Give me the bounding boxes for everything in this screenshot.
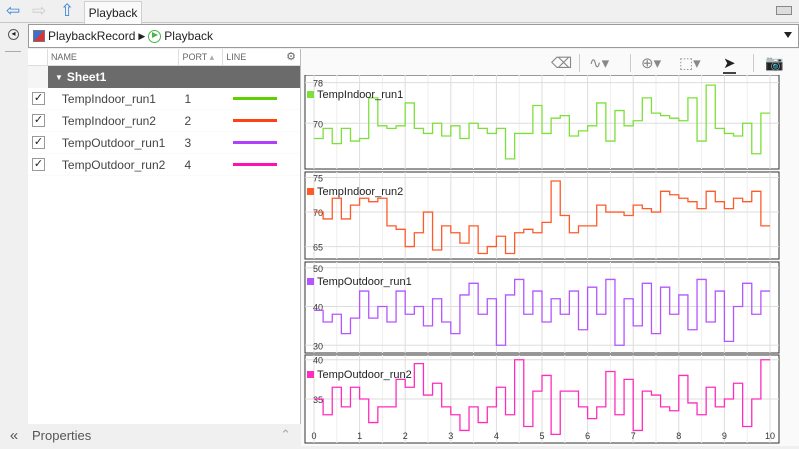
y-tick-label: 50 [313, 264, 323, 274]
x-tick-label: 9 [722, 431, 727, 441]
plot-toolbar: ⌫ ∿▾ ⊕▾ ⬚▾ ➤ 📷 [301, 49, 799, 75]
y-tick-label: 75 [313, 174, 323, 184]
y-tick-label: 78 [313, 79, 323, 89]
properties-bar[interactable]: « Properties ⌃ [0, 424, 301, 446]
line-style-swatch[interactable] [233, 163, 278, 166]
y-tick-label: 70 [313, 208, 323, 218]
collapse-icon[interactable]: ◂ [8, 29, 19, 40]
column-port-label: PORT [182, 52, 208, 62]
y-tick-label: 65 [313, 243, 323, 253]
zoom-icon[interactable]: ⊕▾ [641, 54, 661, 72]
x-tick-label: 2 [403, 431, 408, 441]
tab-playback[interactable]: Playback [84, 1, 142, 24]
signal-port: 2 [184, 113, 192, 128]
gear-icon[interactable]: ⚙ [286, 49, 296, 66]
column-line[interactable]: LINE ⚙ [223, 49, 300, 65]
legend-label: TempIndoor_run1 [317, 89, 403, 101]
group-row-sheet1[interactable]: ▼ Sheet1 [28, 66, 300, 88]
visibility-checkbox[interactable]: ✓ [32, 92, 45, 105]
legend-label: TempOutdoor_run2 [317, 369, 412, 381]
legend-swatch [307, 278, 314, 285]
x-tick-label: 6 [585, 431, 590, 441]
legend-label: TempOutdoor_run1 [317, 276, 412, 288]
expand-left-icon[interactable]: « [0, 427, 28, 444]
sort-asc-icon: ▴ [209, 52, 215, 62]
x-tick-label: 4 [494, 431, 499, 441]
keyboard-icon[interactable] [776, 6, 792, 15]
subplot-2[interactable]: 65 70 75 TempIndoor_run2 [304, 171, 780, 260]
subplot-3[interactable]: 304050TempOutdoor_run1 [304, 261, 780, 354]
signal-name: TempIndoor_run2 [61, 113, 156, 128]
address-bar[interactable]: PlaybackRecord ▶ Playback [28, 24, 799, 48]
cursor-icon[interactable]: ➤ [723, 54, 736, 74]
x-tick-label: 8 [676, 431, 681, 441]
divider [5, 51, 21, 52]
breadcrumb-item[interactable]: Playback [164, 29, 213, 43]
visibility-checkbox[interactable]: ✓ [32, 158, 45, 171]
signal-port: 4 [184, 157, 192, 172]
up-arrow-icon[interactable]: ⇧ [60, 2, 74, 20]
signal-name: TempOutdoor_run1 [61, 135, 166, 150]
record-block-icon [33, 30, 45, 42]
visibility-checkbox[interactable]: ✓ [32, 114, 45, 127]
playback-block-icon [148, 29, 162, 43]
chevron-up-icon[interactable]: ⌃ [280, 427, 291, 443]
signal-icon[interactable]: ∿▾ [589, 54, 609, 72]
subplot-1[interactable]: 70 78TempIndoor_run1 [304, 74, 780, 170]
expand-triangle-icon[interactable]: ▼ [55, 73, 63, 82]
x-tick-label: 1 [357, 431, 362, 441]
table-row[interactable]: ✓ TempOutdoor_run2 4 [28, 154, 300, 176]
x-tick-label: 0 [311, 431, 316, 441]
signal-port: 1 [184, 91, 192, 106]
line-style-swatch[interactable] [233, 119, 278, 122]
table-row[interactable]: ✓ TempIndoor_run2 2 [28, 110, 300, 132]
signal-name: TempIndoor_run1 [61, 91, 156, 106]
x-tick-label: 10 [765, 431, 775, 441]
properties-label: Properties [32, 427, 92, 443]
column-port[interactable]: PORT ▴ [179, 49, 224, 65]
table-row[interactable]: ✓ TempIndoor_run1 1 [28, 88, 300, 110]
top-bar: ⇦ ⇨ ⇧ Playback [0, 0, 799, 24]
fit-to-view-icon[interactable]: ⬚▾ [679, 54, 701, 72]
line-style-swatch[interactable] [233, 97, 278, 100]
line-style-swatch[interactable] [233, 141, 278, 144]
column-line-label: LINE [226, 52, 247, 62]
subplot-4[interactable]: 35 40 TempOutdoor_run2 0 1 2 3 4 5 6 7 8 9 10 [304, 354, 780, 444]
signal-table: NAME PORT ▴ LINE ⚙ ▼ Sheet1 ✓ TempIndoor_… [28, 49, 301, 424]
signal-name: TempOutdoor_run2 [61, 157, 166, 172]
legend-swatch [307, 91, 314, 98]
forward-arrow-icon[interactable]: ⇨ [32, 2, 46, 20]
table-header: NAME PORT ▴ LINE ⚙ [28, 49, 300, 66]
back-arrow-icon[interactable]: ⇦ [6, 2, 20, 20]
x-tick-label: 3 [448, 431, 453, 441]
column-name[interactable]: NAME [48, 49, 180, 65]
table-row[interactable]: ✓ TempOutdoor_run1 3 [28, 132, 300, 154]
plot-area[interactable]: 70 78 TempIndoor_run1 65 70 75 TempIndoor_run2… [301, 74, 799, 446]
legend-swatch [307, 188, 314, 195]
y-tick-label: 40 [313, 356, 323, 366]
eraser-icon[interactable]: ⌫ [551, 54, 572, 72]
dropdown-arrow-icon[interactable] [784, 32, 792, 38]
plots-svg[interactable]: 7078TempIndoor_run1657075TempIndoor_run2… [301, 74, 799, 446]
breadcrumb-separator-icon: ▶ [138, 30, 146, 41]
y-tick-label: 70 [313, 119, 323, 129]
y-tick-label: 35 [313, 395, 323, 405]
legend-swatch [307, 371, 314, 378]
y-tick-label: 30 [313, 341, 323, 351]
group-label: Sheet1 [66, 70, 107, 84]
legend-label: TempIndoor_run2 [317, 186, 403, 198]
breadcrumb-item[interactable]: PlaybackRecord [48, 29, 135, 43]
x-tick-label: 5 [539, 431, 544, 441]
visibility-checkbox[interactable]: ✓ [32, 136, 45, 149]
x-tick-label: 7 [631, 431, 636, 441]
signal-port: 3 [184, 135, 192, 150]
camera-icon[interactable]: 📷 [765, 54, 784, 72]
